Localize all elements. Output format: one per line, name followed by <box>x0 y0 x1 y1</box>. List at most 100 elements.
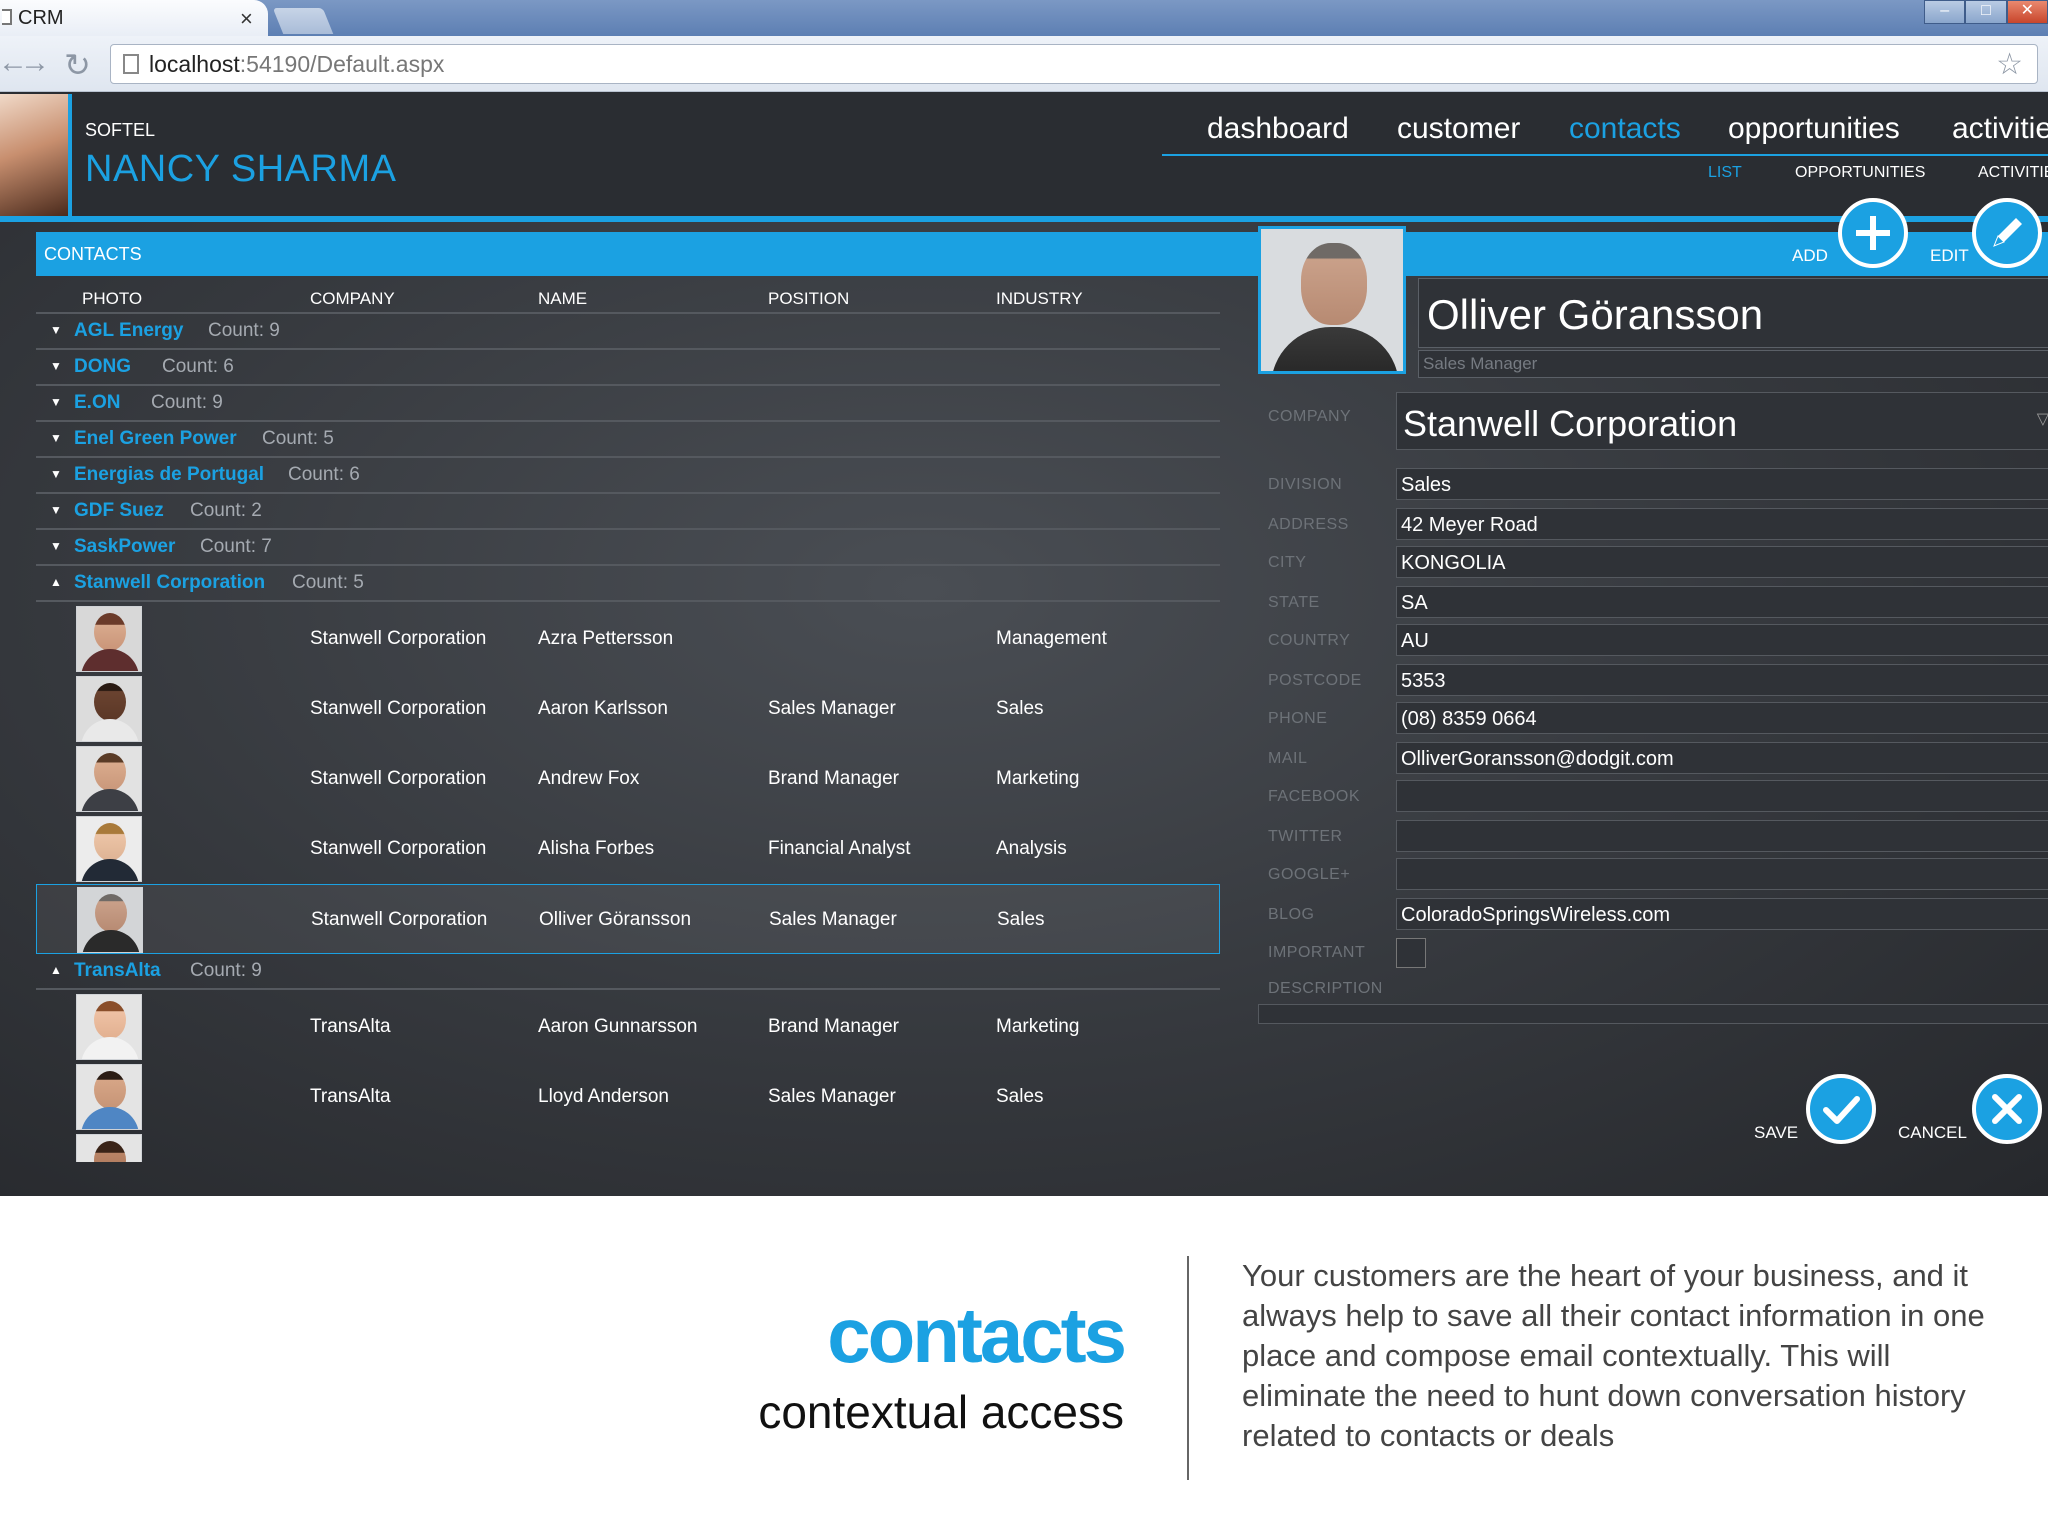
division-field[interactable]: Sales <box>1396 468 2048 500</box>
window-controls: – □ ✕ <box>1924 0 2048 24</box>
group-row-eon[interactable]: ▼ E.ON Count: 9 <box>36 386 1220 422</box>
googleplus-field[interactable] <box>1396 858 2048 890</box>
group-row-energias-de-portugal[interactable]: ▼ Energias de Portugal Count: 6 <box>36 458 1220 494</box>
promo-subtitle: contextual access <box>758 1386 1124 1438</box>
collapse-toggle-icon[interactable]: ▼ <box>50 467 62 481</box>
subnav-opportunities[interactable]: OPPORTUNITIES <box>1795 164 1925 182</box>
twitter-field[interactable] <box>1396 820 2048 852</box>
table-row[interactable]: TransAlta Lloyd Anderson Sales Manager S… <box>36 1062 1220 1132</box>
col-name[interactable]: NAME <box>538 289 587 309</box>
subnav-activities[interactable]: ACTIVITIE <box>1978 164 2048 182</box>
cell-industry: Sales <box>997 909 1045 930</box>
user-avatar[interactable] <box>0 94 72 216</box>
group-count: Count: 5 <box>292 572 364 593</box>
new-tab-button[interactable] <box>272 8 334 34</box>
nav-customer[interactable]: customer <box>1397 112 1520 146</box>
collapse-toggle-icon[interactable]: ▼ <box>50 503 62 517</box>
subnav-list[interactable]: LIST <box>1708 164 1742 182</box>
table-row-partial[interactable] <box>36 1132 1220 1162</box>
reload-icon[interactable]: ↻ <box>64 46 91 84</box>
address-bar[interactable]: localhost:54190/Default.aspx ☆ <box>110 44 2038 84</box>
nav-contacts[interactable]: contacts <box>1569 112 1681 146</box>
table-row[interactable]: Stanwell Corporation Azra Pettersson Man… <box>36 604 1220 674</box>
window-close-icon[interactable]: ✕ <box>2006 0 2048 24</box>
chevron-down-icon[interactable]: ▽ <box>2037 409 2048 429</box>
group-row-agl-energy[interactable]: ▼ AGL Energy Count: 9 <box>36 314 1220 350</box>
table-row[interactable]: Stanwell Corporation Andrew Fox Brand Ma… <box>36 744 1220 814</box>
contact-position: Sales Manager <box>1423 354 1538 373</box>
important-checkbox[interactable] <box>1396 938 1426 968</box>
postcode-field[interactable]: 5353 <box>1396 664 2048 696</box>
group-count: Count: 5 <box>262 428 334 449</box>
add-button[interactable] <box>1838 198 1908 268</box>
company-select[interactable]: Stanwell Corporation ▽ <box>1396 392 2048 450</box>
nav-dashboard[interactable]: dashboard <box>1207 112 1349 146</box>
save-label: SAVE <box>1754 1123 1799 1142</box>
field-label-facebook: FACEBOOK <box>1268 788 1361 805</box>
cancel-button[interactable] <box>1972 1074 2042 1144</box>
table-row[interactable]: Stanwell Corporation Alisha Forbes Finan… <box>36 814 1220 884</box>
group-row-enel-green-power[interactable]: ▼ Enel Green Power Count: 5 <box>36 422 1220 458</box>
tab-close-icon[interactable]: × <box>240 6 253 32</box>
field-label-division: DIVISION <box>1268 476 1343 493</box>
collapse-toggle-icon[interactable]: ▼ <box>50 359 62 373</box>
group-row-transalta[interactable]: ▲ TransAlta Count: 9 <box>36 954 1220 990</box>
crm-app: SOFTEL NANCY SHARMA dashboard customer c… <box>0 92 2048 1196</box>
mail-field[interactable]: OlliverGoransson@dodgit.com <box>1396 742 2048 774</box>
cell-name: Aaron Gunnarsson <box>538 1016 698 1037</box>
group-row-saskpower[interactable]: ▼ SaskPower Count: 7 <box>36 530 1220 566</box>
group-row-gdf-suez[interactable]: ▼ GDF Suez Count: 2 <box>36 494 1220 530</box>
save-button[interactable] <box>1806 1074 1876 1144</box>
col-photo[interactable]: PHOTO <box>82 289 142 309</box>
facebook-field[interactable] <box>1396 780 2048 812</box>
browser-tab[interactable]: CRM × <box>0 0 268 36</box>
promo-divider <box>1187 1256 1189 1480</box>
col-industry[interactable]: INDUSTRY <box>996 289 1083 309</box>
group-name: GDF Suez <box>74 500 164 521</box>
group-row-stanwell-corporation[interactable]: ▲ Stanwell Corporation Count: 5 <box>36 566 1220 602</box>
table-row[interactable]: TransAlta Aaron Gunnarsson Brand Manager… <box>36 992 1220 1062</box>
contact-photo-thumb <box>77 887 143 953</box>
bookmark-star-icon[interactable]: ☆ <box>1996 47 2023 82</box>
collapse-toggle-icon[interactable]: ▼ <box>50 395 62 409</box>
collapse-toggle-icon[interactable]: ▼ <box>50 431 62 445</box>
cell-company: TransAlta <box>310 1016 391 1037</box>
minimize-icon[interactable]: – <box>1924 0 1966 24</box>
field-label-googleplus: GOOGLE+ <box>1268 866 1351 883</box>
field-label-important: IMPORTANT <box>1268 944 1366 961</box>
country-field[interactable]: AU <box>1396 624 2048 656</box>
forward-arrow-icon[interactable]: → <box>20 46 50 80</box>
expand-toggle-icon[interactable]: ▲ <box>50 575 62 589</box>
collapse-toggle-icon[interactable]: ▼ <box>50 323 62 337</box>
expand-toggle-icon[interactable]: ▲ <box>50 963 62 977</box>
table-row[interactable]: Stanwell Corporation Aaron Karlsson Sale… <box>36 674 1220 744</box>
contact-name-field[interactable]: Olliver Göransson <box>1418 278 2048 348</box>
nav-opportunities[interactable]: opportunities <box>1728 112 1900 146</box>
group-count: Count: 2 <box>190 500 262 521</box>
phone-field[interactable]: (08) 8359 0664 <box>1396 702 2048 734</box>
blog-field[interactable]: ColoradoSpringsWireless.com <box>1396 898 2048 930</box>
table-row-selected[interactable]: Stanwell Corporation Olliver Göransson S… <box>36 884 1220 954</box>
url-text: localhost:54190/Default.aspx <box>149 51 444 78</box>
col-company[interactable]: COMPANY <box>310 289 395 309</box>
state-field[interactable]: SA <box>1396 586 2048 618</box>
collapse-toggle-icon[interactable]: ▼ <box>50 539 62 553</box>
cell-industry: Marketing <box>996 1016 1080 1037</box>
contact-photo[interactable] <box>1258 226 1406 374</box>
contact-photo-thumb <box>76 676 142 742</box>
nav-activities[interactable]: activitie <box>1952 112 2048 146</box>
cell-industry: Sales <box>996 698 1044 719</box>
city-field[interactable]: KONGOLIA <box>1396 546 2048 578</box>
group-row-dong[interactable]: ▼ DONG Count: 6 <box>36 350 1220 386</box>
user-name: NANCY SHARMA <box>85 148 397 190</box>
description-field[interactable] <box>1258 1004 2048 1024</box>
edit-button[interactable] <box>1972 198 2042 268</box>
address-field[interactable]: 42 Meyer Road <box>1396 508 2048 540</box>
maximize-icon[interactable]: □ <box>1965 0 2007 24</box>
contact-position-field[interactable]: Sales Manager <box>1418 350 2048 378</box>
cell-name: Aaron Karlsson <box>538 698 668 719</box>
cell-company: Stanwell Corporation <box>310 698 487 719</box>
cell-company: Stanwell Corporation <box>311 909 488 930</box>
col-position[interactable]: POSITION <box>768 289 849 309</box>
cell-position: Financial Analyst <box>768 838 911 859</box>
